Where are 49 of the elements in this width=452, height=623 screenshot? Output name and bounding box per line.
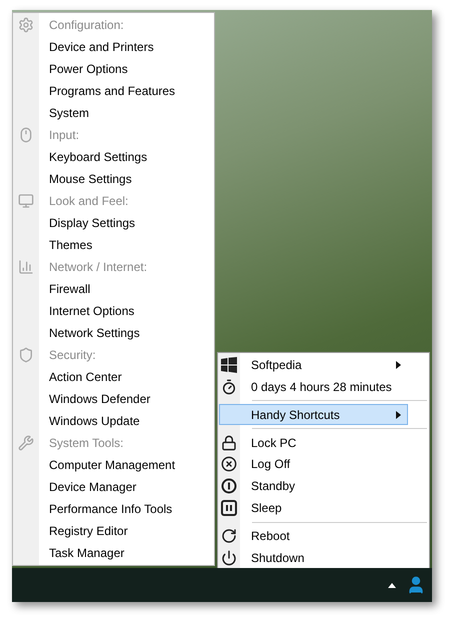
pause-icon	[221, 500, 237, 516]
section-heading: System Tools:	[49, 435, 124, 452]
menu-item[interactable]: Lock PC	[219, 432, 408, 454]
menu-item[interactable]: Device and Printers	[49, 38, 154, 56]
menu-item[interactable]: Firewall	[49, 280, 90, 298]
wrench-icon	[18, 435, 34, 451]
x-circle-icon	[221, 456, 237, 472]
shield-icon	[18, 347, 34, 363]
menu-item[interactable]: Internet Options	[49, 302, 134, 320]
menu-item[interactable]: Task Manager	[49, 544, 124, 562]
menu-item[interactable]: Softpedia	[219, 354, 408, 376]
timer-icon	[221, 378, 237, 395]
menu-item[interactable]: Network Settings	[49, 324, 140, 342]
section-heading: Input:	[49, 127, 80, 144]
gear-icon	[18, 17, 34, 33]
menu-item[interactable]: Themes	[49, 236, 92, 254]
menu-item[interactable]: Standby	[219, 476, 408, 497]
section-heading: Network / Internet:	[49, 259, 148, 276]
menu-item[interactable]: Reboot	[219, 526, 408, 547]
monitor-icon	[18, 193, 34, 209]
up-triangle-icon[interactable]	[388, 582, 396, 588]
section-heading: Security:	[49, 347, 96, 364]
rotate-icon	[221, 528, 237, 544]
menu-item[interactable]: Keyboard Settings	[49, 148, 148, 166]
menu-item[interactable]: Computer Management	[49, 456, 176, 474]
menu-item[interactable]: Log Off	[219, 454, 408, 475]
menu-item[interactable]: Device Manager	[49, 478, 136, 496]
menu-item[interactable]: Windows Defender	[49, 390, 150, 408]
menu-item[interactable]: Registry Editor	[49, 522, 128, 540]
menu-item[interactable]: Display Settings	[49, 214, 136, 232]
menu-item[interactable]: 0 days 4 hours 28 minutes	[219, 376, 408, 398]
menu-item[interactable]: Windows Update	[49, 412, 140, 430]
menu-item[interactable]: Sleep	[219, 498, 408, 519]
section-heading: Look and Feel:	[49, 193, 128, 210]
section-heading: Configuration:	[49, 17, 124, 34]
standby-icon	[221, 478, 237, 494]
lock-icon	[221, 434, 237, 451]
menu-item[interactable]: Performance Info Tools	[49, 500, 172, 518]
menu-item[interactable]: Programs and Features	[49, 82, 176, 100]
menu-item[interactable]: Shutdown	[219, 547, 408, 568]
bar-chart-icon	[18, 259, 34, 275]
windows-logo-icon	[221, 356, 237, 373]
power-icon	[221, 550, 237, 566]
menu-item[interactable]: Mouse Settings	[49, 170, 132, 188]
menu-item[interactable]: System	[49, 104, 90, 122]
mouse-icon	[18, 127, 34, 143]
menu-item[interactable]: Power Options	[49, 60, 128, 78]
menu-item[interactable]: Handy Shortcuts	[219, 404, 408, 426]
menu-item[interactable]: Action Center	[49, 368, 122, 386]
